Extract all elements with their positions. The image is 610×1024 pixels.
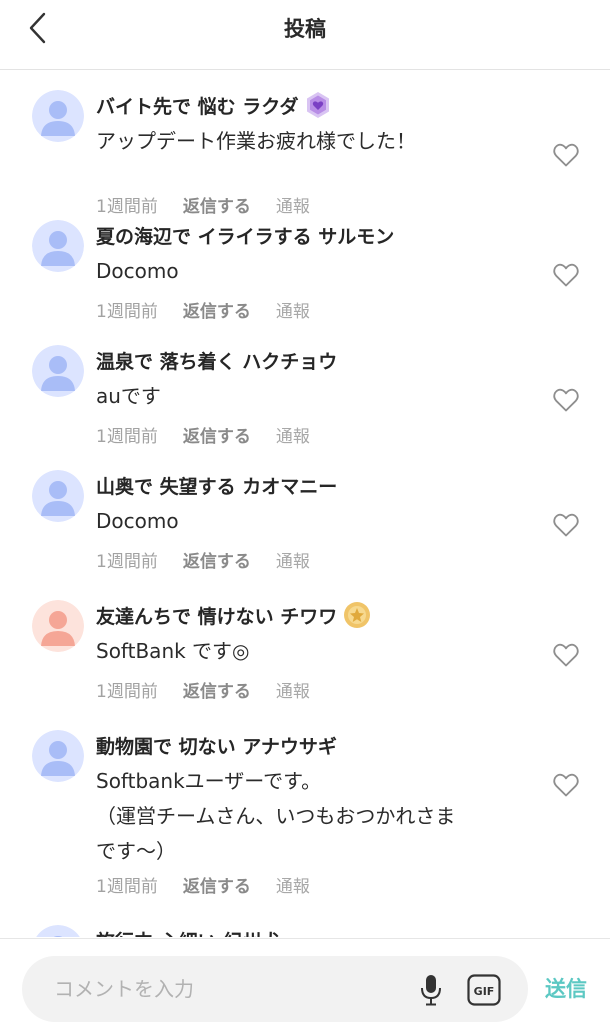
- comment-header: 友達んちで 情けない チワワ: [96, 601, 371, 629]
- comment-item: バイト先で 悩む ラクダアップデート作業お疲れ様でした！ 1週間前 返信する 通報: [0, 90, 610, 230]
- comment-header: 夏の海辺で イライラする サルモン: [96, 221, 394, 249]
- comment-item: 動物園で 切ない アナウサギ Softbankユーザーです。 （運営チームさん、いつ…: [0, 730, 610, 910]
- comment-item: 夏の海辺で イライラする サルモン Docomo 1週間前 返信する 通報: [0, 220, 610, 335]
- avatar[interactable]: [32, 925, 84, 937]
- avatar[interactable]: [32, 220, 84, 272]
- comment-composer: GIF 送信: [0, 938, 610, 1024]
- comment-header: 温泉で 落ち着く ハクチョウ: [96, 346, 337, 374]
- header-bar: 投稿: [0, 0, 610, 70]
- comment-item: 友達んちで 情けない チワワ SoftBank です◎ 1週間前 返信する 通報: [0, 600, 610, 715]
- star-badge-icon: [344, 602, 371, 628]
- microphone-icon[interactable]: [420, 974, 442, 1006]
- reply-button[interactable]: 返信する: [183, 297, 251, 322]
- comment-meta: 1週間前 返信する 通報: [96, 872, 310, 897]
- report-button[interactable]: 通報: [276, 872, 310, 897]
- timestamp: 1週間前: [96, 301, 158, 322]
- username[interactable]: 友達んちで 情けない チワワ: [96, 602, 337, 629]
- heart-badge-icon: [307, 92, 330, 118]
- avatar[interactable]: [32, 90, 84, 142]
- comment-header: 動物園で 切ない アナウサギ: [96, 731, 337, 759]
- comment-text-line: auです: [96, 384, 161, 408]
- reply-button[interactable]: 返信する: [183, 677, 251, 702]
- reply-button[interactable]: 返信する: [183, 192, 251, 217]
- comment-meta: 1週間前 返信する 通報: [96, 297, 310, 322]
- comment-text: アップデート作業お疲れ様でした！: [96, 124, 526, 159]
- comment-text: Docomo: [96, 254, 526, 289]
- comment-header: 山奥で 失望する カオマニー: [96, 471, 337, 499]
- report-button[interactable]: 通報: [276, 422, 310, 447]
- timestamp: 1週間前: [96, 876, 158, 897]
- timestamp: 1週間前: [96, 426, 158, 447]
- comment-header: 旅行中 心細い 紀州犬: [96, 926, 280, 938]
- comment-text-line: アップデート作業お疲れ様でした！: [96, 129, 416, 153]
- comment-text-line: SoftBank です◎: [96, 639, 250, 663]
- username[interactable]: 動物園で 切ない アナウサギ: [96, 732, 337, 759]
- username[interactable]: 温泉で 落ち着く ハクチョウ: [96, 347, 337, 374]
- comment-input-box: GIF: [22, 956, 528, 1022]
- username[interactable]: バイト先で 悩む ラクダ: [96, 92, 298, 119]
- reply-button[interactable]: 返信する: [183, 872, 251, 897]
- gif-icon[interactable]: GIF: [467, 974, 501, 1006]
- timestamp: 1週間前: [96, 196, 158, 217]
- avatar[interactable]: [32, 470, 84, 522]
- heart-icon[interactable]: [552, 387, 580, 413]
- comment-text: auです: [96, 379, 526, 414]
- comment-text-line: Softbankユーザーです。: [96, 769, 322, 793]
- comment-text-line: Docomo: [96, 259, 179, 283]
- report-button[interactable]: 通報: [276, 192, 310, 217]
- report-button[interactable]: 通報: [276, 297, 310, 322]
- comment-meta: 1週間前 返信する 通報: [96, 547, 310, 572]
- page-title: 投稿: [284, 17, 326, 41]
- username[interactable]: 夏の海辺で イライラする サルモン: [96, 222, 394, 249]
- heart-icon[interactable]: [552, 142, 580, 168]
- avatar[interactable]: [32, 345, 84, 397]
- heart-icon[interactable]: [552, 512, 580, 538]
- send-button[interactable]: 送信: [545, 973, 587, 1003]
- comment-item: 温泉で 落ち着く ハクチョウ auです 1週間前 返信する 通報: [0, 345, 610, 460]
- report-button[interactable]: 通報: [276, 547, 310, 572]
- report-button[interactable]: 通報: [276, 677, 310, 702]
- reply-button[interactable]: 返信する: [183, 422, 251, 447]
- avatar[interactable]: [32, 730, 84, 782]
- comment-text-line: です〜）: [96, 839, 176, 863]
- timestamp: 1週間前: [96, 681, 158, 702]
- comment-meta: 1週間前 返信する 通報: [96, 422, 310, 447]
- comment-meta: 1週間前 返信する 通報: [96, 677, 310, 702]
- comment-meta: 1週間前 返信する 通報: [96, 192, 310, 217]
- username[interactable]: 旅行中 心細い 紀州犬: [96, 927, 280, 938]
- comment-text: SoftBank です◎: [96, 634, 526, 669]
- heart-icon[interactable]: [552, 642, 580, 668]
- comment-item: 山奥で 失望する カオマニー Docomo 1週間前 返信する 通報: [0, 470, 610, 585]
- comment-header: バイト先で 悩む ラクダ: [96, 91, 332, 119]
- svg-text:GIF: GIF: [474, 985, 495, 998]
- heart-icon[interactable]: [552, 262, 580, 288]
- comment-text: Docomo: [96, 504, 526, 539]
- comment-item: 旅行中 心細い 紀州犬: [0, 925, 610, 937]
- comment-text-line: （運営チームさん、いつもおつかれさま: [96, 804, 456, 828]
- timestamp: 1週間前: [96, 551, 158, 572]
- reply-button[interactable]: 返信する: [183, 547, 251, 572]
- avatar[interactable]: [32, 600, 84, 652]
- heart-icon[interactable]: [552, 772, 580, 798]
- username[interactable]: 山奥で 失望する カオマニー: [96, 472, 337, 499]
- comment-text-line: Docomo: [96, 509, 179, 533]
- comment-input[interactable]: [54, 956, 394, 1022]
- comment-list[interactable]: バイト先で 悩む ラクダ アップデート作業お疲れ様でした！ 1週間前 返信する 通報 夏の…: [0, 71, 610, 937]
- comment-text: Softbankユーザーです。 （運営チームさん、いつもおつかれさま です〜）: [96, 764, 526, 869]
